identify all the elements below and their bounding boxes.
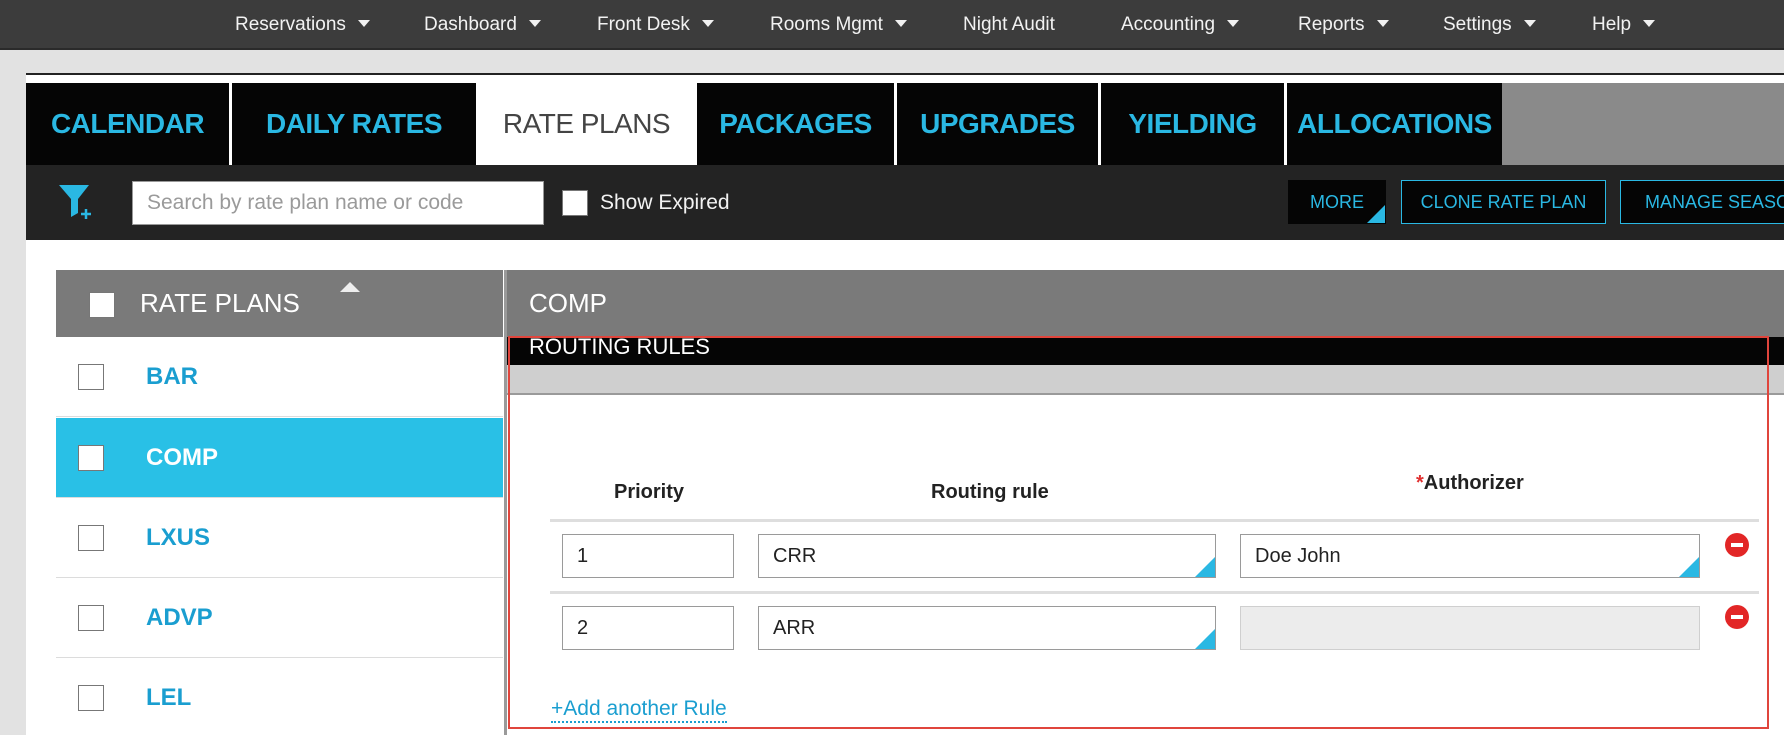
- authorizer-value: Doe John: [1255, 545, 1341, 567]
- search-input[interactable]: [132, 181, 544, 225]
- nav-settings[interactable]: Settings: [1443, 0, 1536, 50]
- list-item-label: LEL: [146, 684, 192, 711]
- dropdown-corner-icon: [1195, 629, 1215, 649]
- tab-rate-plans[interactable]: RATE PLANS: [479, 83, 694, 165]
- routing-rule-select[interactable]: ARR: [758, 606, 1216, 650]
- add-another-rule-link[interactable]: +Add another Rule: [551, 697, 727, 723]
- nav-label: Night Audit: [963, 14, 1055, 35]
- chevron-down-icon: [1227, 20, 1240, 28]
- tab-bar-filler: [1502, 83, 1784, 165]
- chevron-down-icon: [701, 20, 714, 28]
- list-item[interactable]: LEL: [56, 658, 503, 735]
- list-item[interactable]: ADVP: [56, 578, 503, 658]
- row-divider: [550, 591, 1759, 594]
- dropdown-corner-icon: [1195, 557, 1215, 577]
- more-button[interactable]: MORE: [1288, 180, 1386, 224]
- list-item[interactable]: LXUS: [56, 498, 503, 578]
- routing-rule-value: ARR: [773, 617, 816, 639]
- select-all-checkbox[interactable]: [89, 292, 115, 318]
- nav-label: Reservations: [235, 14, 346, 35]
- tab-upgrades[interactable]: UPGRADES: [897, 83, 1098, 165]
- chevron-down-icon: [894, 20, 907, 28]
- authorizer-column-header: *Authorizer: [1416, 472, 1524, 495]
- toolbar: Show Expired MORE CLONE RATE PLAN MANAGE…: [26, 165, 1784, 240]
- list-item[interactable]: BAR: [56, 337, 503, 417]
- corner-triangle-icon: [1367, 205, 1385, 223]
- filter-plus-icon[interactable]: [56, 181, 96, 223]
- nav-night-audit[interactable]: Night Audit: [963, 0, 1055, 50]
- rate-plans-list-header: RATE PLANS: [56, 270, 503, 337]
- chevron-down-icon: [1376, 20, 1389, 28]
- row-checkbox[interactable]: [78, 605, 104, 631]
- rate-plan-title: COMP: [529, 288, 607, 318]
- nav-help[interactable]: Help: [1592, 0, 1656, 50]
- list-item[interactable]: COMP: [56, 418, 503, 498]
- remove-rule-icon[interactable]: [1725, 533, 1749, 557]
- tab-yielding[interactable]: YIELDING: [1101, 83, 1284, 165]
- show-expired-checkbox[interactable]: [562, 190, 588, 216]
- authorizer-select[interactable]: Doe John: [1240, 534, 1700, 578]
- rate-plan-detail-header: COMP: [507, 270, 1784, 337]
- priority-input[interactable]: 2: [562, 606, 734, 650]
- row-checkbox[interactable]: [78, 364, 104, 390]
- nav-reports[interactable]: Reports: [1298, 0, 1389, 50]
- row-checkbox[interactable]: [78, 445, 104, 471]
- authorizer-header-label: Authorizer: [1423, 472, 1524, 494]
- nav-rooms-mgmt[interactable]: Rooms Mgmt: [770, 0, 907, 50]
- nav-label: Reports: [1298, 14, 1365, 35]
- list-item-label: COMP: [146, 444, 218, 471]
- routing-rules-bar: ROUTING RULES: [507, 334, 1784, 365]
- routing-rules-title: ROUTING RULES: [529, 334, 710, 359]
- tab-bar: CALENDAR DAILY RATES RATE PLANS PACKAGES…: [26, 83, 1784, 165]
- tab-daily-rates[interactable]: DAILY RATES: [232, 83, 476, 165]
- routing-rules-subbar: [507, 365, 1784, 395]
- nav-label: Rooms Mgmt: [770, 14, 883, 35]
- sort-ascending-icon[interactable]: [340, 282, 360, 292]
- more-label: MORE: [1310, 192, 1364, 212]
- authorizer-select-disabled: [1240, 606, 1700, 650]
- chevron-down-icon: [357, 20, 370, 28]
- nav-reservations[interactable]: Reservations: [235, 0, 370, 50]
- routing-rule-select[interactable]: CRR: [758, 534, 1216, 578]
- nav-label: Accounting: [1121, 14, 1216, 35]
- priority-column-header: Priority: [614, 481, 685, 503]
- nav-label: Help: [1592, 14, 1632, 35]
- tab-calendar[interactable]: CALENDAR: [26, 83, 229, 165]
- required-marker: *: [1416, 472, 1424, 494]
- nav-front-desk[interactable]: Front Desk: [597, 0, 714, 50]
- nav-label: Front Desk: [597, 14, 690, 35]
- manage-seasons-button[interactable]: MANAGE SEASO: [1620, 180, 1784, 224]
- tab-packages[interactable]: PACKAGES: [697, 83, 894, 165]
- nav-accounting[interactable]: Accounting: [1121, 0, 1240, 50]
- routing-rule-column-header: Routing rule: [931, 481, 1049, 503]
- routing-rule-value: CRR: [773, 545, 817, 567]
- chevron-down-icon: [1523, 20, 1536, 28]
- chevron-down-icon: [528, 20, 541, 28]
- rate-plans-header-label[interactable]: RATE PLANS: [140, 270, 300, 337]
- remove-rule-icon[interactable]: [1725, 605, 1749, 629]
- tab-allocations[interactable]: ALLOCATIONS: [1287, 83, 1502, 165]
- nav-label: Dashboard: [424, 14, 517, 35]
- list-item-label: BAR: [146, 363, 198, 390]
- top-navigation: Reservations Dashboard Front Desk Rooms …: [0, 0, 1784, 50]
- row-checkbox[interactable]: [78, 685, 104, 711]
- list-item-label: ADVP: [146, 604, 213, 631]
- list-item-label: LXUS: [146, 524, 211, 551]
- show-expired-label: Show Expired: [600, 191, 730, 214]
- clone-rate-plan-button[interactable]: CLONE RATE PLAN: [1401, 180, 1606, 224]
- row-checkbox[interactable]: [78, 525, 104, 551]
- nav-dashboard[interactable]: Dashboard: [424, 0, 541, 50]
- dropdown-corner-icon: [1679, 557, 1699, 577]
- chevron-down-icon: [1643, 20, 1656, 28]
- nav-label: Settings: [1443, 14, 1512, 35]
- table-header-divider: [550, 519, 1759, 522]
- priority-input[interactable]: 1: [562, 534, 734, 578]
